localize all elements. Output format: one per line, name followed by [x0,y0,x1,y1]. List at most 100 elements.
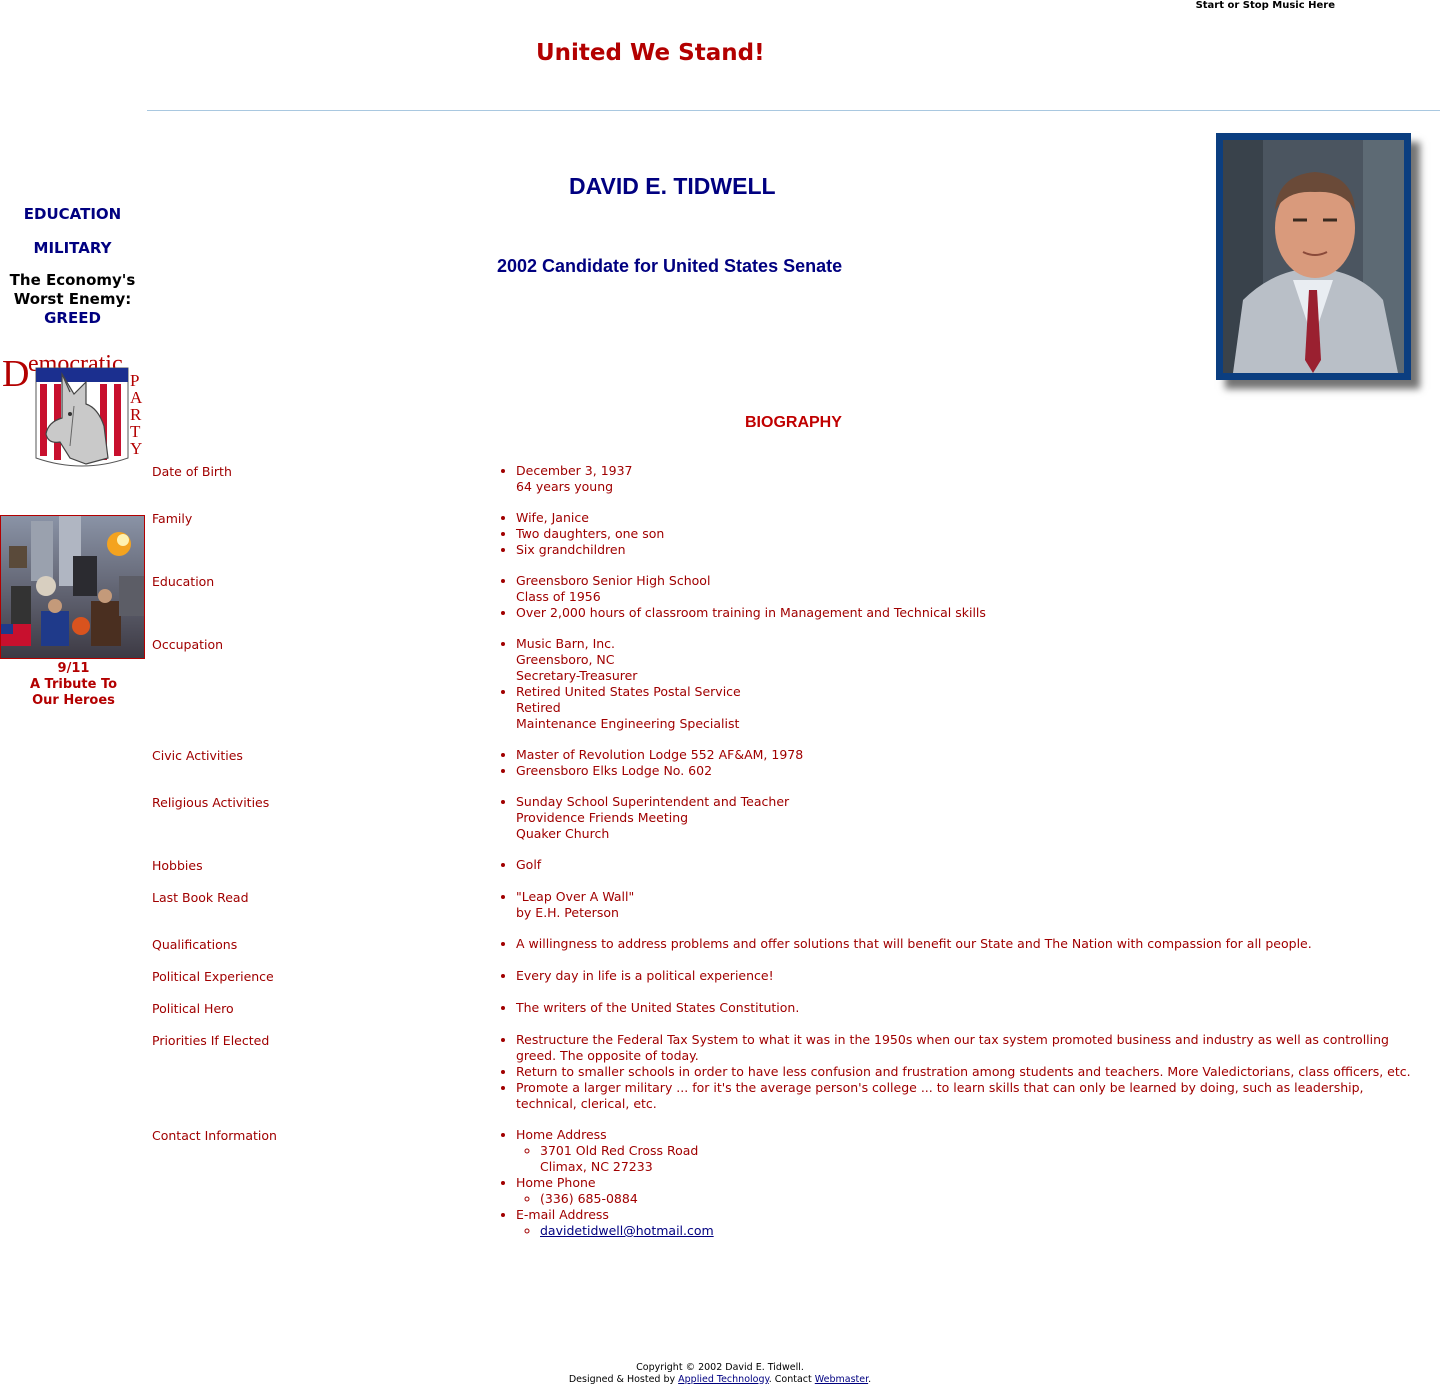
bio-item-line: Greensboro Elks Lodge No. 602 [516,763,713,778]
sidebar-item-military[interactable]: MILITARY [0,239,145,257]
bio-item: Return to smaller schools in order to ha… [516,1064,1427,1080]
tribute-caption-line2: A Tribute To [29,677,118,692]
candidate-portrait [1223,140,1404,373]
bio-label: Hobbies [152,858,203,873]
bio-row: Date of Birth December 3, 193764 years yo… [152,463,1427,495]
bio-item: Two daughters, one son [516,526,1427,542]
credits-line: Designed & Hosted by Applied Technology.… [0,1374,1440,1386]
bio-values: December 3, 193764 years young [500,463,1427,495]
bio-row: Occupation Music Barn, Inc.Greensboro, NC… [152,636,1427,732]
bio-item-line: Every day in life is a political experie… [516,968,774,983]
bio-item: Greensboro Elks Lodge No. 602 [516,763,1427,779]
bio-values: Wife, JaniceTwo daughters, one sonSix gr… [500,510,1427,558]
bio-row-contact: Contact Information Home Address 3701 Ol… [152,1127,1427,1239]
bio-item: Music Barn, Inc.Greensboro, NCSecretary-… [516,636,1427,684]
bio-row: Civic Activities Master of Revolution Lod… [152,747,1427,779]
economy-enemy-block: The Economy's Worst Enemy: GREED [0,271,145,328]
bio-item-line: Two daughters, one son [516,526,665,541]
bio-item: The writers of the United States Constit… [516,1000,1427,1016]
bio-label: Religious Activities [152,795,270,810]
bio-subitem: davidetidwell@hotmail.com [540,1223,1427,1239]
page-footer: Copyright © 2002 David E. Tidwell. Desig… [0,1362,1440,1386]
bio-values: Greensboro Senior High SchoolClass of 19… [500,573,1427,621]
email-label: E-mail Address [516,1207,609,1222]
bio-row: Last Book Read "Leap Over A Wall"by E.H. … [152,889,1427,921]
bio-item: Home Address 3701 Old Red Cross Road Cli… [516,1127,1427,1175]
bio-item-line: Greensboro, NC [516,652,615,667]
bio-item-line: Promote a larger military ... for it's t… [516,1080,1364,1111]
bio-item-line: Secretary-Treasurer [516,668,638,683]
bio-item: E-mail Address davidetidwell@hotmail.com [516,1207,1427,1239]
bio-item-line: Maintenance Engineering Specialist [516,716,740,731]
logo-word-party: PARTY [130,371,143,458]
bio-item-line: by E.H. Peterson [516,905,619,920]
bio-item: Six grandchildren [516,542,1427,558]
bio-item: December 3, 193764 years young [516,463,1427,495]
bio-label: Last Book Read [152,890,249,905]
sidebar-nav: EDUCATION MILITARY The Economy's Worst E… [0,205,145,328]
bio-item: Promote a larger military ... for it's t… [516,1080,1427,1112]
bio-item-line: Six grandchildren [516,542,626,557]
biography-table: Date of Birth December 3, 193764 years yo… [152,463,1427,1254]
bio-row: Hobbies Golf [152,857,1427,874]
bio-values: Home Address 3701 Old Red Cross Road Cli… [500,1127,1427,1239]
bio-label: Occupation [152,637,224,652]
webmaster-link[interactable]: Webmaster [815,1374,868,1385]
bio-item: Golf [516,857,1427,873]
bio-item: Wife, Janice [516,510,1427,526]
bio-label: Contact Information [152,1128,277,1143]
bio-item: Every day in life is a political experie… [516,968,1427,984]
bio-row: Family Wife, JaniceTwo daughters, one son… [152,510,1427,558]
home-address-label: Home Address [516,1127,607,1142]
biography-heading: BIOGRAPHY [745,414,842,431]
sidebar-item-greed[interactable]: GREED [44,309,101,327]
phone-number: (336) 685-0884 [540,1191,1427,1207]
music-toggle-link[interactable]: Start or Stop Music Here [1196,0,1335,11]
bio-values: "Leap Over A Wall"by E.H. Peterson [500,889,1427,921]
home-phone-label: Home Phone [516,1175,596,1190]
bio-item: "Leap Over A Wall"by E.H. Peterson [516,889,1427,921]
candidate-subtitle: 2002 Candidate for United States Senate [497,256,843,276]
bio-item-line: Master of Revolution Lodge 552 AF&AM, 19… [516,747,804,762]
address-line2: Climax, NC 27233 [540,1159,653,1174]
bio-item-line: A willingness to address problems and of… [516,936,1312,951]
bio-item-line: Music Barn, Inc. [516,636,616,651]
bio-item-line: Retired United States Postal Service [516,684,741,699]
bio-item-line: Greensboro Senior High School [516,573,711,588]
tribute-collage-graphic [1,516,144,658]
bio-item-line: December 3, 1937 [516,463,633,478]
bio-values: Master of Revolution Lodge 552 AF&AM, 19… [500,747,1427,779]
democratic-party-logo-graphic: D emocratic PARTY [2,351,143,467]
bio-item: Greensboro Senior High SchoolClass of 19… [516,573,1427,605]
portrait-graphic [1223,140,1404,373]
economy-text-line1: The Economy's [9,271,136,289]
sidebar-item-education[interactable]: EDUCATION [0,205,145,223]
bio-row: Education Greensboro Senior High SchoolCl… [152,573,1427,621]
bio-values: The writers of the United States Constit… [500,1000,1427,1017]
democratic-party-logo[interactable]: D emocratic PARTY [0,346,146,486]
bio-label: Qualifications [152,937,238,952]
bio-row: Political Hero The writers of the United … [152,1000,1427,1017]
bio-item-line: Golf [516,857,542,872]
designer-link[interactable]: Applied Technology [678,1374,769,1385]
bio-item: Restructure the Federal Tax System to wh… [516,1032,1427,1064]
bio-item: Retired United States Postal ServiceReti… [516,684,1427,732]
bio-label: Civic Activities [152,748,243,763]
bio-values: Sunday School Superintendent and Teacher… [500,794,1427,842]
tribute-911-image[interactable] [0,515,145,659]
tribute-caption[interactable]: 9/11 A Tribute To Our Heroes [0,661,147,709]
bio-label: Political Experience [152,969,274,984]
bio-item-line: Wife, Janice [516,510,589,525]
bio-item: Sunday School Superintendent and Teacher… [516,794,1427,842]
bio-row: Religious Activities Sunday School Superi… [152,794,1427,842]
bio-values: Music Barn, Inc.Greensboro, NCSecretary-… [500,636,1427,732]
email-link[interactable]: davidetidwell@hotmail.com [540,1223,714,1238]
bio-row: Priorities If Elected Restructure the Fed… [152,1032,1427,1112]
bio-row: Qualifications A willingness to address p… [152,936,1427,953]
bio-label: Priorities If Elected [152,1033,270,1048]
page-tagline: United We Stand! [536,40,765,66]
bio-item-line: Providence Friends Meeting [516,810,689,825]
tribute-caption-line1: 9/11 [57,661,90,676]
bio-label: Political Hero [152,1001,234,1016]
candidate-name: DAVID E. TIDWELL [569,173,776,199]
